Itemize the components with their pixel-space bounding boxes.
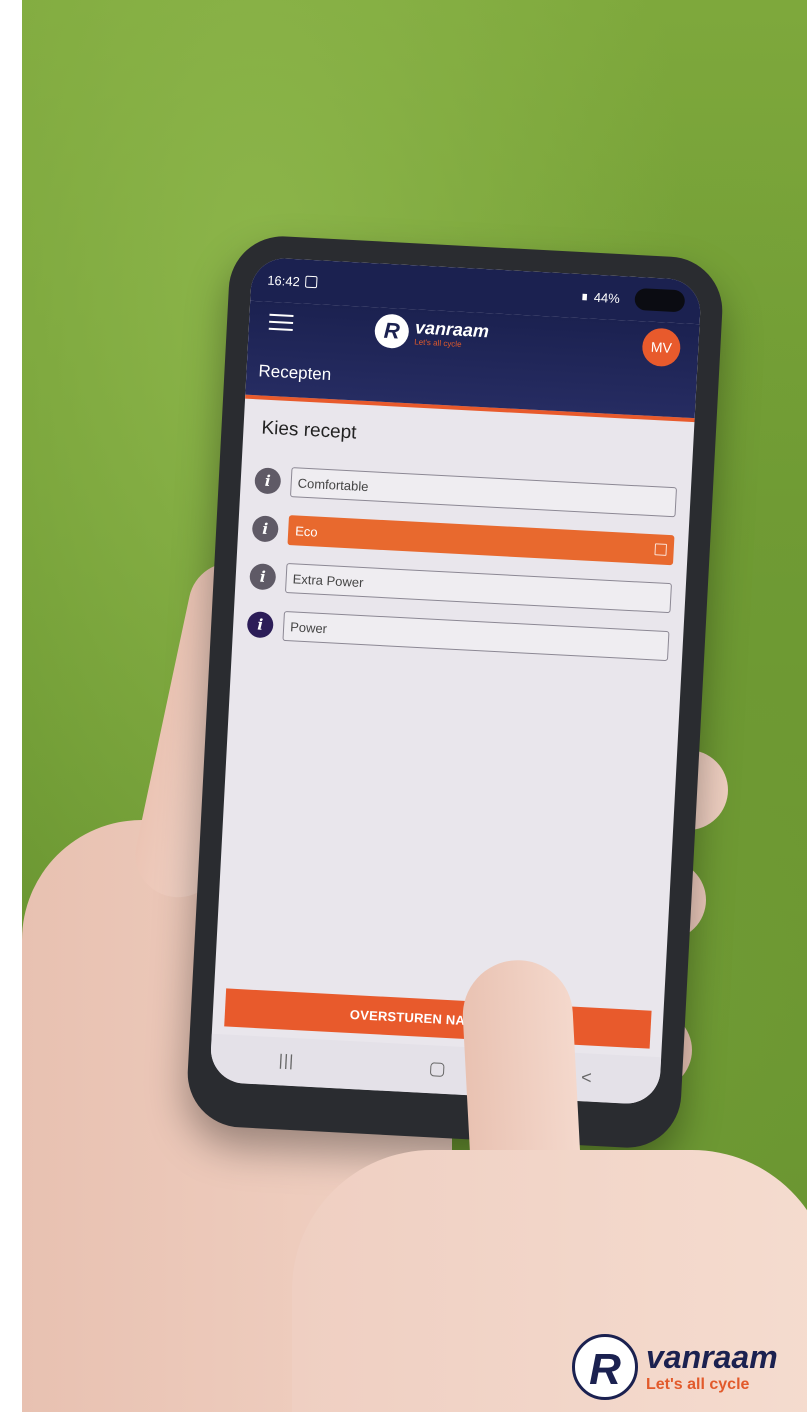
watermark-tagline: Let's all cycle [646,1376,750,1393]
recipe-item-eco[interactable]: Eco [287,515,675,566]
recipe-item-power[interactable]: Power [282,610,670,662]
info-icon[interactable]: i [246,611,274,639]
page-title: Recepten [258,361,332,385]
brand-name: vanraam [414,317,490,342]
recipe-row-comfortable: i Comfortable [254,465,678,518]
info-icon[interactable]: i [251,515,279,543]
section-title: Kies recept [261,417,358,444]
menu-icon[interactable] [268,313,294,332]
vanraam-logo-icon: R [572,1334,638,1400]
recent-apps-button[interactable]: ||| [278,1052,294,1071]
recipe-row-extra-power: i Extra Power [249,561,672,614]
watermark-brand-name: vanraam [646,1339,778,1375]
battery-level: 44% [593,289,621,306]
brand-logo: R vanraam Let's all cycle [373,313,490,353]
back-button[interactable]: < [581,1067,593,1089]
phone: 16:42 ∎ 44% R vanraam Let's all cycle MV… [184,233,726,1151]
recipe-item-label: Eco [294,522,319,540]
info-icon[interactable]: i [254,467,282,495]
home-button[interactable] [430,1062,446,1077]
front-camera [634,287,686,313]
edit-icon[interactable] [654,543,668,556]
avatar[interactable]: MV [641,327,682,368]
vanraam-watermark-logo: R vanraam Let's all cycle [572,1334,778,1400]
status-time: 16:42 [266,272,301,289]
vanraam-logo-icon: R [373,313,410,350]
notification-icon [304,275,318,289]
phone-screen: 16:42 ∎ 44% R vanraam Let's all cycle MV… [209,256,702,1106]
photo-background: 16:42 ∎ 44% R vanraam Let's all cycle MV… [22,0,807,1412]
recipe-row-power: i Power [246,609,670,662]
recipe-item-comfortable[interactable]: Comfortable [289,467,678,518]
recipe-list: Kies recept i Comfortable i Eco i Extra … [233,399,695,662]
recipe-item-extra-power[interactable]: Extra Power [284,563,672,614]
signal-icon: ∎ [580,288,590,304]
recipe-row-eco: i Eco [251,513,675,566]
info-icon[interactable]: i [249,563,277,591]
